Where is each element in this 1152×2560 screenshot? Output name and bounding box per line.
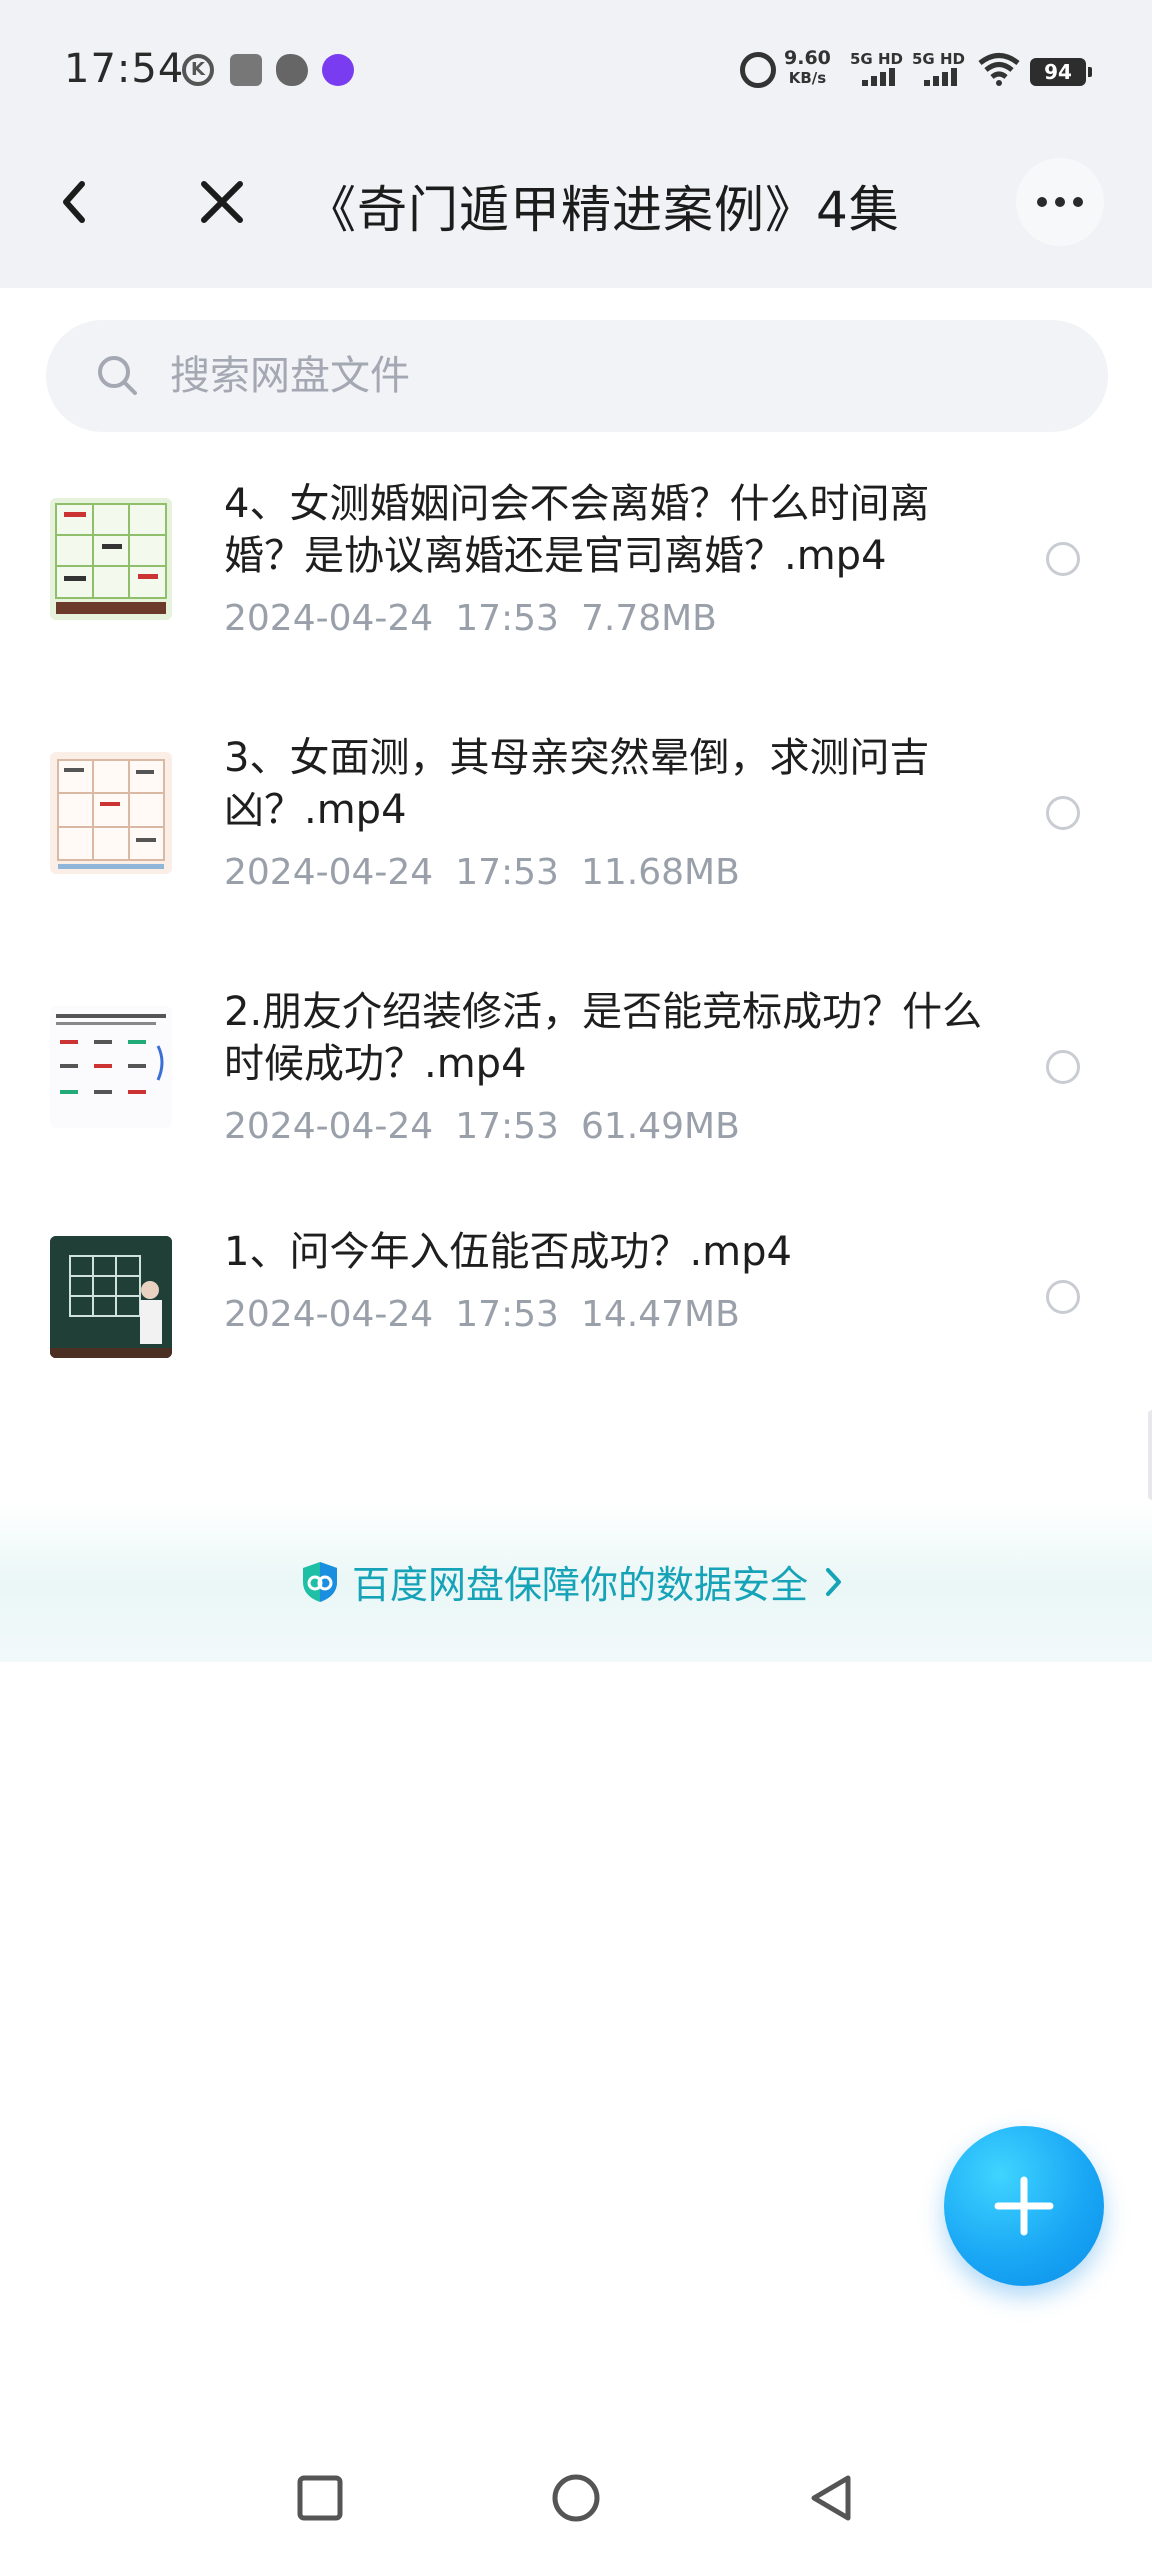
list-item[interactable]: 1、问今年入伍能否成功？.mp4 2024-04-24 17:53 14.47MB	[0, 1222, 1152, 1422]
signal-icon	[924, 68, 957, 86]
k-app-icon: K	[182, 54, 214, 86]
file-date: 2024-04-24	[224, 598, 434, 639]
search-input[interactable]	[170, 342, 1050, 410]
header: 《奇门遁甲精进案例》4集	[0, 116, 1152, 288]
system-nav-bar	[0, 2440, 1152, 2560]
file-name: 4、女测婚姻问会不会离婚？什么时间离婚？是协议离婚还是官司离婚？.mp4	[224, 481, 930, 579]
blackboard-thumbnail	[50, 1236, 172, 1358]
more-button[interactable]	[1016, 158, 1104, 246]
chevron-right-icon	[826, 1567, 842, 1596]
file-name: 1、问今年入伍能否成功？.mp4	[224, 1229, 792, 1275]
file-size: 7.78MB	[580, 598, 717, 639]
home-circle-icon[interactable]	[546, 2468, 606, 2528]
document-thumbnail	[50, 1006, 172, 1128]
signal-icon	[862, 68, 895, 86]
file-name: 3、女面测，其母亲突然晕倒，求测问吉凶？.mp4	[224, 735, 930, 833]
security-banner[interactable]: 百度网盘保障你的数据安全	[0, 1502, 1152, 1662]
select-radio[interactable]	[1046, 796, 1080, 830]
file-name: 2.朋友介绍装修活，是否能竞标成功？什么时候成功？.mp4	[224, 989, 983, 1087]
battery-icon: 94	[1030, 58, 1092, 86]
file-time: 17:53	[455, 1106, 559, 1147]
file-date: 2024-04-24	[224, 1106, 434, 1147]
wechat-icon	[276, 54, 308, 86]
chevron-left-icon[interactable]	[40, 166, 112, 238]
plus-icon	[994, 2176, 1054, 2236]
status-time: 17:54	[64, 46, 185, 92]
search-bar[interactable]	[46, 320, 1108, 432]
wifi-icon	[978, 53, 1020, 86]
select-radio[interactable]	[1046, 1280, 1080, 1314]
net-speed-value: 9.60	[784, 47, 831, 69]
net-speed: 9.60 KB/s	[784, 48, 831, 88]
file-size: 14.47MB	[580, 1294, 740, 1335]
page-title: 《奇门遁甲精进案例》4集	[306, 181, 900, 239]
file-time: 17:53	[455, 1294, 559, 1335]
file-meta: 2024-04-24 17:53 61.49MB	[224, 1106, 762, 1147]
back-triangle-icon[interactable]	[802, 2468, 862, 2528]
sim1-label: 5G HD	[850, 50, 903, 68]
scroll-edge-handle	[1148, 1410, 1152, 1500]
file-size: 11.68MB	[580, 852, 740, 893]
file-meta: 2024-04-24 17:53 11.68MB	[224, 852, 762, 893]
file-date: 2024-04-24	[224, 852, 434, 893]
search-icon	[98, 356, 137, 395]
status-bar: 17:54 K 9.60 KB/s 5G HD 5G HD 94	[0, 0, 1152, 116]
file-time: 17:53	[455, 852, 559, 893]
list-item[interactable]: 3、女面测，其母亲突然晕倒，求测问吉凶？.mp4 2024-04-24 17:53…	[0, 714, 1152, 964]
link-app-icon	[322, 54, 354, 86]
file-meta: 2024-04-24 17:53 14.47MB	[224, 1294, 762, 1335]
security-banner-text: 百度网盘保障你的数据安全	[352, 1563, 809, 1607]
file-meta: 2024-04-24 17:53 7.78MB	[224, 598, 739, 639]
add-button[interactable]	[944, 2126, 1104, 2286]
close-icon[interactable]	[186, 166, 258, 238]
chart-grid-thumbnail	[50, 752, 172, 874]
list-item[interactable]: 4、女测婚姻问会不会离婚？什么时间离婚？是协议离婚还是官司离婚？.mp4 202…	[0, 460, 1152, 710]
net-speed-unit: KB/s	[788, 69, 827, 87]
recents-square-icon[interactable]	[290, 2468, 350, 2528]
shield-icon	[303, 1561, 337, 1602]
list-item[interactable]: 2.朋友介绍装修活，是否能竞标成功？什么时候成功？.mp4 2024-04-24…	[0, 968, 1152, 1218]
sim2-label: 5G HD	[912, 50, 965, 68]
select-radio[interactable]	[1046, 542, 1080, 576]
alarm-icon	[740, 52, 776, 88]
chart-grid-thumbnail	[50, 498, 172, 620]
file-time: 17:53	[455, 598, 559, 639]
file-date: 2024-04-24	[224, 1294, 434, 1335]
select-radio[interactable]	[1046, 1050, 1080, 1084]
more-dots-icon	[1037, 197, 1047, 207]
file-size: 61.49MB	[580, 1106, 740, 1147]
app-square-icon	[230, 54, 262, 86]
